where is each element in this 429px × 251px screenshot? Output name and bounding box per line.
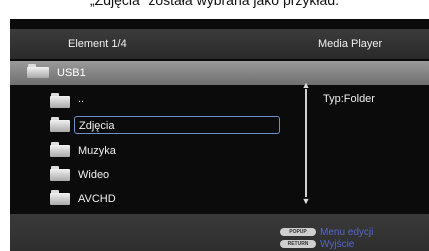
path-label: USB1: [57, 67, 86, 79]
popup-hint-label: Menu edycji: [320, 227, 374, 238]
list-item-label: Wideo: [78, 169, 110, 181]
return-hint-label: Wyjście: [320, 239, 355, 250]
popup-key-icon: POPUP: [280, 228, 316, 237]
app-title: Media Player: [318, 38, 383, 50]
folder-icon: [50, 142, 70, 157]
footer-bar: POPUP Menu edycji RETURN Wyjście: [10, 214, 429, 251]
folder-icon: [50, 166, 70, 181]
list-item-label: Muzyka: [78, 145, 116, 157]
list-item-label: ..: [78, 93, 85, 105]
list-item-zdjecia[interactable]: Zdjęcia: [40, 115, 300, 137]
list-item-parent[interactable]: ..: [40, 91, 300, 113]
scroll-down-icon[interactable]: ▼: [301, 197, 311, 206]
scroll-up-icon[interactable]: ▲: [301, 81, 311, 90]
return-key-icon: RETURN: [280, 240, 316, 249]
popup-hint: POPUP Menu edycji: [280, 227, 373, 238]
scrollbar[interactable]: ▲ ▼: [301, 81, 311, 206]
media-player-screen: Element 1/4 Media Player USB1 .. Zdjęcia…: [10, 19, 429, 251]
header-bar: Element 1/4 Media Player: [10, 29, 429, 59]
scroll-track[interactable]: [305, 89, 307, 197]
list-item-muzyka[interactable]: Muzyka: [40, 140, 300, 162]
path-bar: USB1: [10, 61, 429, 85]
file-list: .. Zdjęcia Muzyka Wideo AVCHD: [10, 85, 310, 215]
caption-text: „Zdjęcia” została wybrana jako przykład.: [90, 0, 339, 8]
folder-icon: [50, 190, 70, 205]
return-hint: RETURN Wyjście: [280, 239, 354, 250]
folder-up-icon: [50, 93, 70, 108]
list-item-label: AVCHD: [78, 193, 116, 205]
item-type-info: Typ:Folder: [323, 93, 375, 105]
list-item-avchd[interactable]: AVCHD: [40, 188, 300, 210]
folder-icon: [50, 117, 70, 132]
item-counter: Element 1/4: [68, 38, 127, 50]
list-item-wideo[interactable]: Wideo: [40, 164, 300, 186]
folder-icon: [27, 64, 49, 78]
list-item-label: Zdjęcia: [74, 116, 280, 134]
